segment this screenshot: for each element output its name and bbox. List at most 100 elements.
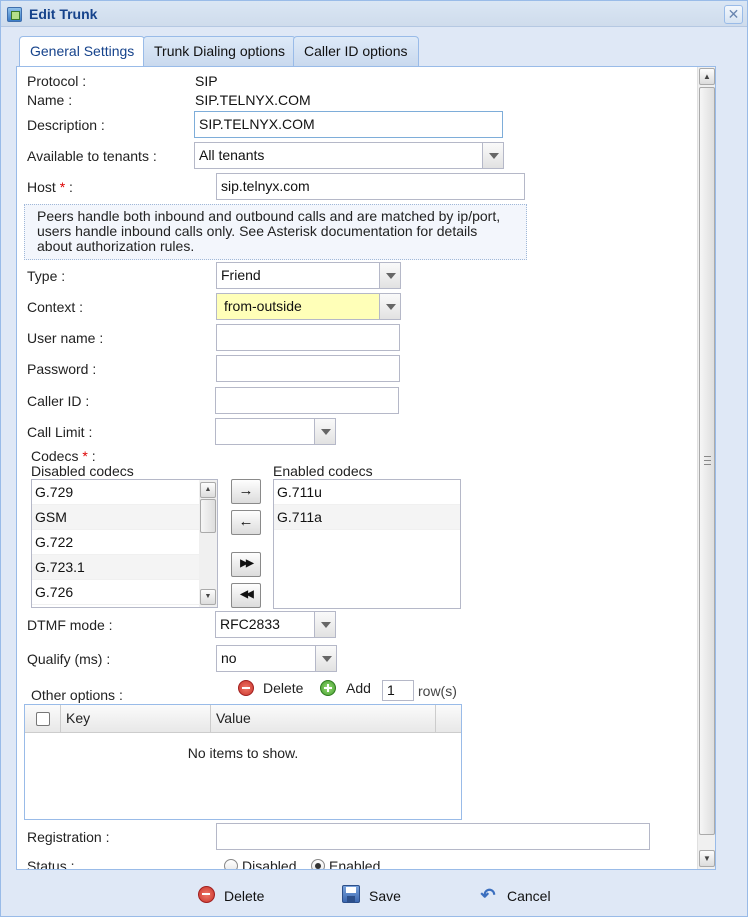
status-label: Status : bbox=[27, 858, 75, 869]
scroll-up-icon[interactable]: ▲ bbox=[699, 68, 715, 85]
double-arrow-right-icon: ▶▶ bbox=[240, 558, 253, 569]
move-all-right-button[interactable]: ▶▶ bbox=[231, 552, 261, 577]
select-all-cell bbox=[25, 705, 61, 732]
grip-icon bbox=[704, 456, 711, 465]
key-column-header[interactable]: Key bbox=[61, 705, 211, 732]
select-all-checkbox[interactable] bbox=[36, 712, 50, 726]
password-label: Password : bbox=[27, 361, 97, 377]
context-value: from-outside bbox=[224, 298, 302, 314]
available-to-tenants-select[interactable]: All tenants bbox=[194, 142, 504, 169]
window-app-icon bbox=[7, 7, 22, 22]
save-icon bbox=[342, 885, 360, 903]
add-rows-count-input[interactable]: 1 bbox=[382, 680, 414, 701]
value-column-header[interactable]: Value bbox=[211, 705, 436, 732]
arrow-right-icon: → bbox=[238, 482, 254, 499]
tab-caller-id-options[interactable]: Caller ID options bbox=[293, 36, 419, 66]
dtmf-mode-label: DTMF mode : bbox=[27, 617, 113, 633]
host-label: Host * : bbox=[27, 179, 73, 195]
list-item[interactable]: G.711a bbox=[274, 505, 460, 530]
scroll-up-icon[interactable]: ▲ bbox=[200, 482, 216, 498]
status-enabled-radio[interactable] bbox=[311, 859, 325, 869]
disabled-codecs-list[interactable]: G.729 GSM G.722 G.723.1 G.726 ▲ ▼ bbox=[31, 479, 218, 608]
cancel-button[interactable]: Cancel bbox=[507, 885, 551, 907]
scroll-down-icon[interactable]: ▼ bbox=[200, 589, 216, 605]
list-item[interactable]: G.726 bbox=[32, 580, 217, 605]
add-row-button[interactable]: Add bbox=[346, 680, 371, 696]
add-icon[interactable] bbox=[320, 680, 336, 696]
dtmf-mode-select[interactable]: RFC2833 bbox=[215, 611, 336, 638]
password-input[interactable] bbox=[216, 355, 400, 382]
chevron-down-icon[interactable] bbox=[379, 263, 400, 288]
tab-trunk-dialing-options[interactable]: Trunk Dialing options bbox=[143, 36, 296, 66]
chevron-down-icon[interactable] bbox=[482, 143, 503, 168]
protocol-value: SIP bbox=[195, 73, 218, 89]
list-item[interactable]: G.711u bbox=[274, 480, 460, 505]
protocol-label: Protocol : bbox=[27, 73, 87, 89]
chevron-down-icon[interactable] bbox=[379, 294, 400, 319]
registration-input[interactable] bbox=[216, 823, 650, 850]
qualify-label: Qualify (ms) : bbox=[27, 651, 111, 667]
move-all-left-button[interactable]: ◀◀ bbox=[231, 583, 261, 608]
codecs-label: Codecs * : bbox=[31, 448, 96, 464]
close-icon: ✕ bbox=[727, 6, 740, 22]
list-item[interactable]: G.723.1 bbox=[32, 555, 217, 580]
available-to-tenants-label: Available to tenants : bbox=[27, 148, 157, 164]
disabled-codecs-scrollbar[interactable]: ▲ ▼ bbox=[199, 480, 217, 607]
name-label: Name : bbox=[27, 92, 73, 108]
enabled-codecs-list[interactable]: G.711u G.711a bbox=[273, 479, 461, 609]
delete-icon bbox=[198, 886, 215, 903]
chevron-down-icon[interactable] bbox=[314, 612, 335, 637]
peer-info-note: Peers handle both inbound and outbound c… bbox=[24, 204, 527, 260]
general-settings-panel: Protocol : SIP Name : SIP.TELNYX.COM Des… bbox=[16, 66, 716, 870]
status-disabled-label: Disabled bbox=[242, 858, 297, 869]
host-input[interactable]: sip.telnyx.com bbox=[216, 173, 525, 200]
edit-trunk-window: Edit Trunk ✕ General Settings Trunk Dial… bbox=[0, 0, 748, 917]
scroll-thumb[interactable] bbox=[200, 499, 216, 533]
qualify-value: no bbox=[221, 650, 237, 666]
context-label: Context : bbox=[27, 299, 84, 315]
type-select[interactable]: Friend bbox=[216, 262, 401, 289]
status-disabled-radio[interactable] bbox=[224, 859, 238, 869]
rows-label: row(s) bbox=[418, 683, 457, 699]
delete-row-button[interactable]: Delete bbox=[263, 680, 303, 696]
caller-id-input[interactable] bbox=[215, 387, 399, 414]
context-select[interactable]: from-outside bbox=[216, 293, 401, 320]
grid-empty-text: No items to show. bbox=[187, 745, 299, 761]
registration-label: Registration : bbox=[27, 829, 110, 845]
save-button[interactable]: Save bbox=[369, 885, 401, 907]
tab-general-settings[interactable]: General Settings bbox=[19, 36, 146, 67]
enabled-codecs-label: Enabled codecs bbox=[273, 463, 373, 479]
caller-id-label: Caller ID : bbox=[27, 393, 90, 409]
call-limit-label: Call Limit : bbox=[27, 424, 93, 440]
panel-scrollbar[interactable]: ▲ ▼ bbox=[697, 67, 715, 869]
scroll-down-icon[interactable]: ▼ bbox=[699, 850, 715, 867]
list-item[interactable]: G.729 bbox=[32, 480, 217, 505]
scroll-thumb[interactable] bbox=[699, 87, 715, 835]
type-value: Friend bbox=[221, 267, 261, 283]
delete-icon[interactable] bbox=[238, 680, 254, 696]
status-enabled-label: Enabled bbox=[329, 858, 381, 869]
disabled-codecs-label: Disabled codecs bbox=[31, 463, 134, 479]
list-item[interactable]: G.722 bbox=[32, 530, 217, 555]
qualify-select[interactable]: no bbox=[216, 645, 337, 672]
move-right-button[interactable]: → bbox=[231, 479, 261, 504]
delete-button[interactable]: Delete bbox=[224, 885, 264, 907]
dtmf-mode-value: RFC2833 bbox=[220, 616, 280, 632]
move-left-button[interactable]: ← bbox=[231, 510, 261, 535]
username-input[interactable] bbox=[216, 324, 400, 351]
grid-header: Key Value bbox=[25, 705, 461, 733]
chevron-down-icon[interactable] bbox=[314, 419, 335, 444]
window-title: Edit Trunk bbox=[29, 6, 98, 22]
chevron-down-icon[interactable] bbox=[315, 646, 336, 671]
call-limit-select[interactable] bbox=[215, 418, 336, 445]
list-item[interactable]: GSM bbox=[32, 505, 217, 530]
double-arrow-left-icon: ◀◀ bbox=[240, 589, 253, 600]
arrow-left-icon: ← bbox=[238, 513, 254, 530]
close-button[interactable]: ✕ bbox=[724, 5, 743, 24]
description-label: Description : bbox=[27, 117, 105, 133]
dialog-footer: Delete Save ↶ Cancel bbox=[1, 876, 747, 916]
form-content: Protocol : SIP Name : SIP.TELNYX.COM Des… bbox=[17, 67, 697, 869]
username-label: User name : bbox=[27, 330, 104, 346]
description-input[interactable]: SIP.TELNYX.COM bbox=[194, 111, 503, 138]
undo-icon: ↶ bbox=[480, 885, 496, 905]
